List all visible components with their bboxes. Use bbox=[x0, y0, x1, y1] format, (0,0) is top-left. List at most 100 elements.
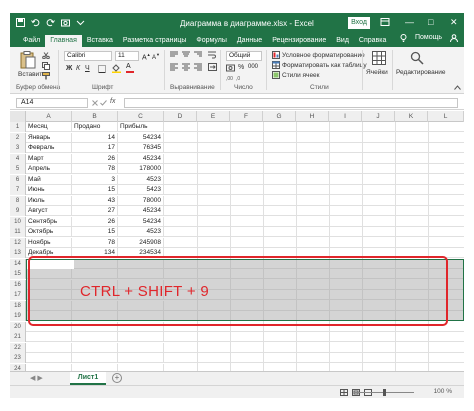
formula-input[interactable] bbox=[124, 98, 458, 108]
cell-a[interactable]: Август bbox=[26, 206, 72, 216]
align-left-icon[interactable] bbox=[170, 63, 204, 73]
cell-b[interactable]: 15 bbox=[72, 185, 118, 195]
column-header-d[interactable]: D bbox=[164, 111, 197, 122]
merge-cells-icon[interactable] bbox=[208, 63, 217, 73]
cell-b[interactable]: 26 bbox=[72, 153, 118, 164]
cell-b[interactable]: 17 bbox=[72, 143, 118, 153]
row-header[interactable]: 5 bbox=[10, 164, 26, 174]
row-header[interactable]: 14 bbox=[10, 258, 26, 269]
column-header-j[interactable]: J bbox=[362, 111, 395, 122]
zoom-slider-knob[interactable] bbox=[383, 389, 386, 396]
comma-style-icon[interactable]: 000 bbox=[248, 64, 258, 70]
cell-c[interactable] bbox=[118, 332, 164, 342]
search-icon[interactable] bbox=[410, 51, 424, 67]
column-header-k[interactable]: K bbox=[395, 111, 428, 122]
paste-icon[interactable] bbox=[20, 51, 36, 71]
normal-view-icon[interactable] bbox=[340, 389, 348, 398]
tab-page-layout[interactable]: Разметка страницы bbox=[118, 35, 192, 47]
cell-a[interactable]: Октябрь bbox=[26, 227, 72, 237]
fill-color-icon[interactable] bbox=[112, 64, 121, 75]
align-top-icon[interactable] bbox=[170, 51, 204, 61]
ribbon-display-icon[interactable] bbox=[380, 17, 390, 29]
cell-a[interactable] bbox=[26, 342, 72, 353]
cell-b[interactable] bbox=[72, 342, 118, 353]
camera-icon[interactable] bbox=[61, 18, 70, 27]
row-header[interactable]: 22 bbox=[10, 342, 26, 353]
customize-qat-icon[interactable] bbox=[76, 18, 85, 27]
cell-c[interactable]: 54234 bbox=[118, 216, 164, 227]
row-header[interactable]: 11 bbox=[10, 227, 26, 237]
row-header[interactable]: 9 bbox=[10, 206, 26, 216]
font-color-icon[interactable]: A bbox=[126, 63, 134, 73]
column-header-a[interactable]: A bbox=[26, 111, 72, 122]
add-sheet-button[interactable]: + bbox=[112, 373, 122, 383]
cell-a[interactable]: Май bbox=[26, 174, 72, 185]
tab-review[interactable]: Рецензирование bbox=[267, 35, 331, 47]
tab-formulas[interactable]: Формулы bbox=[191, 35, 231, 47]
collapse-ribbon-icon[interactable] bbox=[454, 85, 461, 92]
row-header[interactable]: 7 bbox=[10, 185, 26, 195]
tab-home[interactable]: Главная bbox=[45, 35, 82, 47]
cell-b[interactable]: 26 bbox=[72, 216, 118, 227]
row-header[interactable]: 8 bbox=[10, 195, 26, 206]
format-table-button[interactable]: Форматировать как таблицу bbox=[282, 62, 367, 69]
cell-a[interactable]: Январь bbox=[26, 132, 72, 143]
login-button[interactable]: Вход bbox=[348, 17, 370, 29]
cell-c[interactable]: 76345 bbox=[118, 143, 164, 153]
row-header[interactable]: 17 bbox=[10, 290, 26, 300]
cell-b[interactable] bbox=[72, 363, 118, 371]
cell-styles-icon[interactable] bbox=[272, 71, 280, 81]
cell-styles-button[interactable]: Стили ячеек bbox=[282, 72, 320, 79]
spreadsheet-grid[interactable]: A B C D E F G H I J K L 1 Месяц Продано При… bbox=[10, 111, 464, 371]
tab-view[interactable]: Вид bbox=[331, 35, 354, 47]
row-header[interactable]: 20 bbox=[10, 321, 26, 332]
font-size-select[interactable]: 11 bbox=[115, 51, 139, 61]
row-header[interactable]: 16 bbox=[10, 279, 26, 290]
row-header[interactable]: 4 bbox=[10, 153, 26, 164]
format-painter-icon[interactable] bbox=[42, 72, 50, 82]
cell-c[interactable]: 54234 bbox=[118, 132, 164, 143]
row-header[interactable]: 12 bbox=[10, 237, 26, 248]
tab-file[interactable]: Файл bbox=[18, 35, 45, 47]
cell-c[interactable] bbox=[118, 363, 164, 371]
cell-a[interactable]: Февраль bbox=[26, 143, 72, 153]
row-header[interactable]: 3 bbox=[10, 143, 26, 153]
cell-b[interactable]: 14 bbox=[72, 132, 118, 143]
cell-a[interactable] bbox=[26, 332, 72, 342]
cell-c[interactable] bbox=[118, 342, 164, 353]
select-all-corner[interactable] bbox=[10, 111, 26, 122]
cell-c[interactable]: 178000 bbox=[118, 164, 164, 174]
column-header-b[interactable]: B bbox=[72, 111, 118, 122]
cell-c[interactable]: 245908 bbox=[118, 237, 164, 248]
page-layout-icon[interactable] bbox=[352, 389, 360, 398]
share-icon[interactable] bbox=[450, 34, 458, 44]
percent-button[interactable]: % bbox=[238, 64, 244, 71]
save-icon[interactable] bbox=[16, 18, 25, 27]
borders-icon[interactable] bbox=[98, 65, 106, 75]
column-header-e[interactable]: E bbox=[197, 111, 230, 122]
cell-c[interactable]: 78000 bbox=[118, 195, 164, 206]
shrink-font-icon[interactable]: A▼ bbox=[152, 52, 160, 61]
column-header-c[interactable]: C bbox=[118, 111, 164, 122]
currency-icon[interactable] bbox=[226, 64, 235, 74]
conditional-format-button[interactable]: Условное форматирование bbox=[282, 52, 365, 59]
cell-c[interactable]: Прибыль bbox=[118, 122, 164, 132]
decimal-increase-icon[interactable]: ,00,0 bbox=[226, 74, 246, 83]
bold-button[interactable]: Ж bbox=[66, 65, 72, 72]
cell-c[interactable] bbox=[118, 353, 164, 363]
cell-c[interactable]: 45234 bbox=[118, 153, 164, 164]
zoom-level[interactable]: 100 % bbox=[434, 388, 452, 395]
maximize-button[interactable]: □ bbox=[428, 17, 433, 27]
cell-a[interactable]: Ноябрь bbox=[26, 237, 72, 248]
lightbulb-icon[interactable] bbox=[400, 34, 407, 44]
row-header[interactable]: 1 bbox=[10, 122, 26, 132]
name-box[interactable]: A14 bbox=[16, 98, 88, 108]
cell-b[interactable]: 3 bbox=[72, 174, 118, 185]
page-break-icon[interactable] bbox=[364, 389, 372, 398]
cell-c[interactable]: 4523 bbox=[118, 227, 164, 237]
redo-icon[interactable] bbox=[46, 18, 55, 27]
column-header-l[interactable]: L bbox=[428, 111, 464, 122]
editing-button[interactable]: Редактирование bbox=[396, 69, 446, 76]
cell-c[interactable]: 45234 bbox=[118, 206, 164, 216]
column-header-i[interactable]: I bbox=[329, 111, 362, 122]
